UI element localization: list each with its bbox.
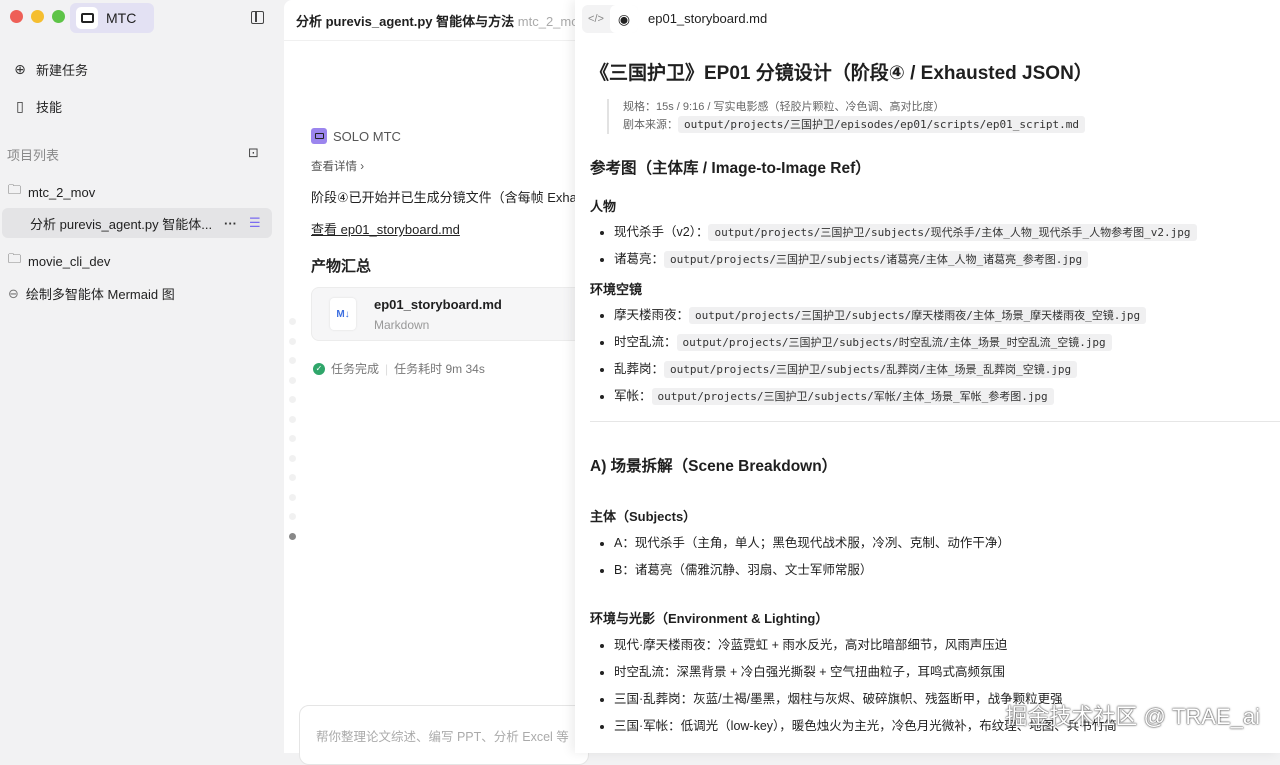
list-item: 时空乱流： output/projects/三国护卫/subjects/时空乱流/… <box>590 329 1280 356</box>
list-item: 军帐： output/projects/三国护卫/subjects/军帐/主体_场… <box>590 383 1280 410</box>
duration-text: 任务耗时 9m 34s <box>394 362 485 376</box>
watermark: 掘金技术社区 @ TRAE_ai <box>1005 704 1260 729</box>
status-text: 任务完成 <box>331 362 380 376</box>
new-task-button[interactable]: ⊕ 新建任务 <box>12 60 88 79</box>
storyboard-link[interactable]: 查看 ep01_storyboard.md <box>311 219 460 238</box>
people-list: 现代杀手（v2）： output/projects/三国护卫/subjects/现… <box>590 219 1280 273</box>
env-heading: 环境空镜 <box>590 282 643 297</box>
skills-label: 技能 <box>36 100 63 115</box>
markdown-icon: M↓ <box>330 298 356 330</box>
file-type: Markdown <box>374 318 430 332</box>
task-item-active[interactable]: 分析 purevis_agent.py 智能体... ··· ☰ <box>2 208 272 238</box>
list-item: 乱葬岗： output/projects/三国护卫/subjects/乱葬岗/主体… <box>590 356 1280 383</box>
divider <box>590 421 1280 422</box>
view-mode-toggle: </> ◉ <box>582 5 638 33</box>
new-task-label: 新建任务 <box>36 63 89 78</box>
skills-button[interactable]: ▯ 技能 <box>12 97 62 116</box>
panel-filename: ep01_storyboard.md <box>648 11 768 26</box>
subjects-list: A：现代杀手（主角，单人；黑色现代战术服，冷冽、克制、动作干净） B：诸葛亮（儒… <box>590 530 1280 584</box>
list-item: 摩天楼雨夜： output/projects/三国护卫/subjects/摩天楼雨… <box>590 302 1280 329</box>
doc-title: 《三国护卫》EP01 分镜设计（阶段④ / Exhausted JSON） <box>590 63 1093 84</box>
artifacts-heading: 产物汇总 <box>311 258 372 275</box>
sidebar-toggle-icon[interactable] <box>251 11 264 24</box>
chat-subtitle: mtc_2_mov <box>517 14 576 29</box>
book-icon: ▯ <box>16 98 24 114</box>
task-list-icon[interactable]: ☰ <box>249 215 261 231</box>
preview-eye-icon[interactable]: ◉ <box>610 5 638 33</box>
maximize-window-button[interactable] <box>52 10 65 23</box>
task-item-mermaid[interactable]: ⊖ 绘制多智能体 Mermaid 图 <box>8 284 175 303</box>
markdown-document: 《三国护卫》EP01 分镜设计（阶段④ / Exhausted JSON） 规格… <box>590 58 1280 740</box>
minimize-window-button[interactable] <box>31 10 44 23</box>
file-name: ep01_storyboard.md <box>374 297 502 312</box>
app-tab[interactable]: MTC <box>70 3 154 33</box>
app-name: MTC <box>106 10 137 26</box>
lighting-heading: 环境与光影（Environment & Lighting） <box>590 611 829 626</box>
doc-meta: 规格：15s / 9:16 / 写实电影感（轻胶片颗粒、冷色调、高对比度） 剧本… <box>607 99 1280 134</box>
env-list: 摩天楼雨夜： output/projects/三国护卫/subjects/摩天楼雨… <box>590 302 1280 410</box>
list-item: 时空乱流：深黑背景 + 冷白强光撕裂 + 空气扭曲粒子，耳鸣式高频氛围 <box>590 659 1280 686</box>
code-view-icon[interactable]: </> <box>582 5 610 33</box>
agent-label: SOLO MTC <box>311 128 401 144</box>
list-item: 现代·摩天楼雨夜：冷蓝霓虹 + 雨水反光，高对比暗部细节，风雨声压迫 <box>590 632 1280 659</box>
ref-heading: 参考图（主体库 / Image-to-Image Ref） <box>590 160 871 177</box>
scroll-timeline[interactable] <box>289 318 296 552</box>
add-project-folder-icon[interactable]: ⊡ <box>248 145 259 161</box>
window-controls <box>10 10 65 23</box>
folder-icon: 🗀 <box>8 182 22 197</box>
close-window-button[interactable] <box>10 10 23 23</box>
agent-name: SOLO MTC <box>333 128 401 144</box>
plus-circle-icon: ⊕ <box>14 61 26 77</box>
folder-icon: 🗀 <box>8 251 22 266</box>
people-heading: 人物 <box>590 199 617 214</box>
app-logo-icon <box>76 7 98 29</box>
scene-heading: A) 场景拆解（Scene Breakdown） <box>590 458 838 475</box>
task-status: ✓ 任务完成 | 任务耗时 9m 34s <box>313 360 485 377</box>
minus-circle-icon: ⊖ <box>8 285 19 301</box>
chat-title: 分析 purevis_agent.py 智能体与方法 mtc_2_mov <box>296 11 576 30</box>
project-movie-cli-dev[interactable]: 🗀 movie_cli_dev <box>8 250 110 272</box>
preview-panel: </> ◉ ep01_storyboard.md 《三国护卫》EP01 分镜设计… <box>575 0 1280 753</box>
file-card[interactable]: M↓ ep01_storyboard.md Markdown <box>311 287 591 341</box>
meta-source-path: output/projects/三国护卫/episodes/ep01/scrip… <box>678 116 1085 133</box>
agent-icon <box>311 128 327 144</box>
project-list-label: 项目列表 <box>7 148 60 163</box>
view-details-button[interactable]: 查看详情 › <box>311 158 364 174</box>
more-icon[interactable]: ··· <box>224 216 237 231</box>
meta-source-label: 剧本来源： <box>623 119 678 131</box>
list-item: 诸葛亮： output/projects/三国护卫/subjects/诸葛亮/主体… <box>590 246 1280 273</box>
project-name: mtc_2_mov <box>28 184 96 200</box>
chat-input[interactable]: 帮你整理论文综述、编写 PPT、分析 Excel 等 <box>299 705 589 765</box>
list-item: A：现代杀手（主角，单人；黑色现代战术服，冷冽、克制、动作干净） <box>590 530 1280 557</box>
check-circle-icon: ✓ <box>313 362 325 375</box>
list-item: 现代杀手（v2）： output/projects/三国护卫/subjects/现… <box>590 219 1280 246</box>
list-item: B：诸葛亮（儒雅沉静、羽扇、文士军师常服） <box>590 557 1280 584</box>
subjects-heading: 主体（Subjects） <box>590 509 697 524</box>
project-name: movie_cli_dev <box>28 253 111 269</box>
meta-spec: 规格：15s / 9:16 / 写实电影感（轻胶片颗粒、冷色调、高对比度） <box>623 101 945 113</box>
task-label: 绘制多智能体 Mermaid 图 <box>25 287 175 302</box>
project-mtc-2-mov[interactable]: 🗀 mtc_2_mov <box>8 181 95 203</box>
task-label: 分析 purevis_agent.py 智能体... <box>30 216 213 232</box>
sidebar: MTC ⊕ 新建任务 ▯ 技能 项目列表 ⊡ 🗀 mtc_2_mov 分析 pu… <box>0 0 284 753</box>
